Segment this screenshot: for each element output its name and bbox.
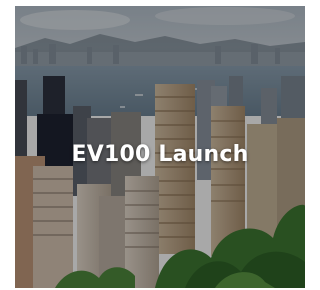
launch-card[interactable]: EV100 Launch	[15, 6, 305, 288]
card-title: EV100 Launch	[71, 142, 249, 167]
